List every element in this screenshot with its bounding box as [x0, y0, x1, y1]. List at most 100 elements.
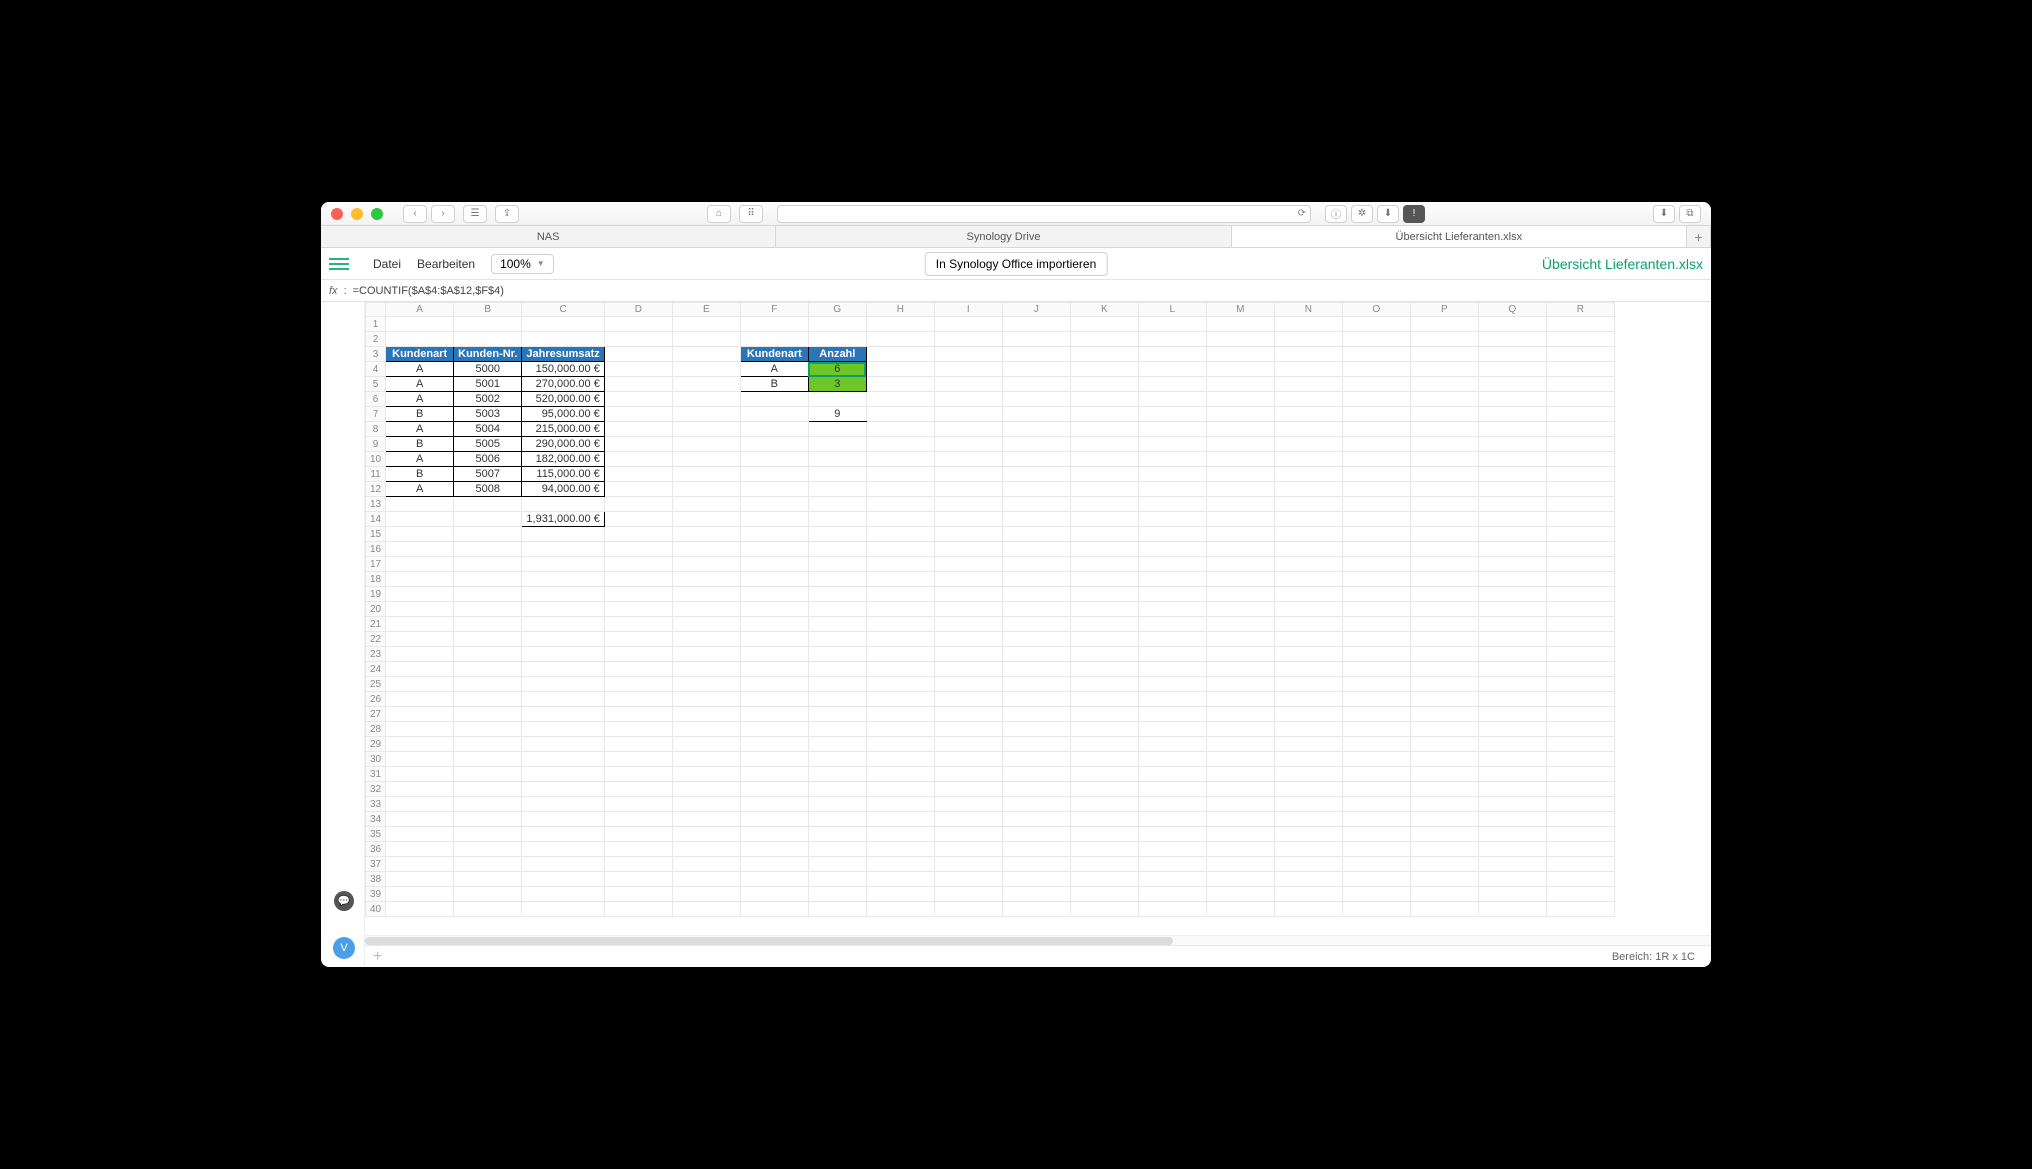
cell[interactable] [866, 362, 934, 377]
cell[interactable] [1002, 782, 1070, 797]
cell[interactable] [1070, 887, 1138, 902]
cell[interactable] [1002, 497, 1070, 512]
cell[interactable] [1274, 707, 1342, 722]
cell[interactable] [1138, 857, 1206, 872]
cell[interactable] [866, 587, 934, 602]
cell[interactable] [808, 752, 866, 767]
cell[interactable] [1002, 632, 1070, 647]
cell[interactable] [1478, 767, 1546, 782]
cell[interactable] [604, 377, 672, 392]
cell[interactable] [386, 782, 454, 797]
row-header[interactable]: 13 [366, 497, 386, 512]
cell[interactable] [1478, 557, 1546, 572]
cell[interactable]: 115,000.00 € [522, 467, 604, 482]
cell[interactable] [1138, 392, 1206, 407]
cell[interactable] [1342, 482, 1410, 497]
cell[interactable] [1138, 722, 1206, 737]
cell[interactable] [604, 467, 672, 482]
cell[interactable] [866, 677, 934, 692]
cell[interactable] [1138, 572, 1206, 587]
cell[interactable] [1546, 407, 1614, 422]
cell[interactable] [454, 902, 522, 917]
row-header[interactable]: 27 [366, 707, 386, 722]
cell[interactable] [1478, 647, 1546, 662]
cell[interactable] [1070, 617, 1138, 632]
cell[interactable]: 5002 [454, 392, 522, 407]
minimize-icon[interactable] [351, 208, 363, 220]
col-header[interactable]: A [386, 303, 454, 317]
cell[interactable] [1138, 632, 1206, 647]
cell[interactable] [1070, 812, 1138, 827]
cell[interactable] [604, 587, 672, 602]
cell[interactable] [866, 707, 934, 722]
cell[interactable] [1070, 527, 1138, 542]
cell[interactable] [1274, 452, 1342, 467]
cell[interactable] [1002, 677, 1070, 692]
col-header[interactable]: O [1342, 303, 1410, 317]
sidebar-button[interactable]: ☰ [463, 205, 487, 223]
cell[interactable] [1274, 617, 1342, 632]
cell[interactable] [604, 332, 672, 347]
cell[interactable] [740, 662, 808, 677]
cell[interactable] [454, 752, 522, 767]
cell[interactable] [1478, 422, 1546, 437]
cell[interactable]: 5007 [454, 467, 522, 482]
cell[interactable] [1546, 527, 1614, 542]
col-header[interactable]: I [934, 303, 1002, 317]
cell[interactable] [672, 317, 740, 332]
cell[interactable] [522, 692, 604, 707]
cell[interactable] [386, 572, 454, 587]
cell[interactable] [1206, 317, 1274, 332]
cell[interactable] [522, 782, 604, 797]
cell[interactable] [740, 602, 808, 617]
cell[interactable] [1206, 332, 1274, 347]
cell[interactable] [1478, 902, 1546, 917]
cell[interactable]: Kundenart [386, 347, 454, 362]
cell[interactable] [1410, 452, 1478, 467]
cell[interactable] [522, 572, 604, 587]
cell[interactable] [1206, 647, 1274, 662]
cell[interactable] [866, 452, 934, 467]
row-header[interactable]: 29 [366, 737, 386, 752]
cell[interactable] [454, 512, 522, 527]
cell[interactable] [808, 872, 866, 887]
cell[interactable] [1002, 512, 1070, 527]
cell[interactable] [1342, 857, 1410, 872]
cell[interactable] [1546, 617, 1614, 632]
cell[interactable] [1138, 407, 1206, 422]
cell[interactable] [1410, 602, 1478, 617]
cell[interactable] [934, 872, 1002, 887]
cell[interactable] [1546, 317, 1614, 332]
cell[interactable] [672, 812, 740, 827]
cell[interactable] [1274, 737, 1342, 752]
cell[interactable] [672, 647, 740, 662]
cell[interactable] [866, 842, 934, 857]
cell[interactable] [454, 542, 522, 557]
cell[interactable] [934, 482, 1002, 497]
cell[interactable] [866, 482, 934, 497]
cell[interactable] [1342, 842, 1410, 857]
cell[interactable] [1546, 497, 1614, 512]
cell[interactable] [672, 407, 740, 422]
cell[interactable] [740, 647, 808, 662]
cell[interactable] [1138, 647, 1206, 662]
cell[interactable] [522, 497, 604, 512]
cell[interactable] [1070, 467, 1138, 482]
row-header[interactable]: 39 [366, 887, 386, 902]
cell[interactable] [934, 842, 1002, 857]
cell[interactable] [386, 767, 454, 782]
cell[interactable] [386, 812, 454, 827]
cell[interactable] [1138, 812, 1206, 827]
row-header[interactable]: 19 [366, 587, 386, 602]
cell[interactable] [1410, 377, 1478, 392]
cell[interactable] [1070, 662, 1138, 677]
cell[interactable] [1274, 752, 1342, 767]
cell[interactable] [1546, 377, 1614, 392]
cell[interactable] [866, 467, 934, 482]
cell[interactable] [1342, 827, 1410, 842]
cell[interactable] [808, 572, 866, 587]
cell[interactable] [1002, 347, 1070, 362]
cell[interactable] [1342, 557, 1410, 572]
cell[interactable] [1546, 707, 1614, 722]
cell[interactable] [672, 902, 740, 917]
